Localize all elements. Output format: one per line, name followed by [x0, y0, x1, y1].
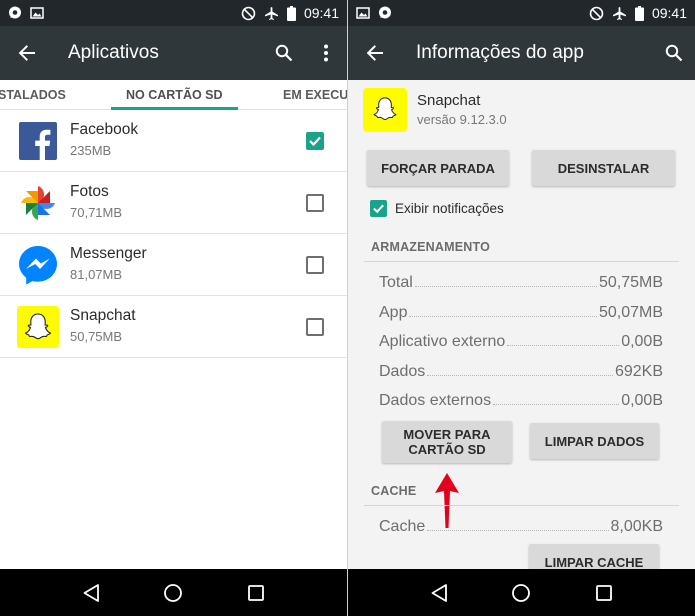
app-name: Fotos — [70, 183, 109, 200]
app-size: 50,75MB — [70, 329, 123, 344]
list-item-messenger[interactable]: Messenger 81,07MB — [0, 234, 347, 296]
uninstall-button[interactable]: DESINSTALAR — [532, 150, 675, 186]
messenger-icon — [17, 244, 59, 286]
show-notifications-label: Exibir notificações — [395, 201, 504, 216]
status-time: 09:41 — [651, 5, 687, 21]
app-name: Snapchat — [70, 307, 136, 324]
list-item-facebook[interactable]: Facebook 235MB — [0, 110, 347, 172]
cache-header: CACHE — [371, 484, 417, 498]
left-screen: 09:41 Aplicativos STALADOS NO CARTÃO SD … — [0, 0, 347, 616]
home-circle-icon[interactable] — [506, 578, 536, 608]
back-arrow-icon[interactable] — [0, 26, 54, 80]
tab-sd-card[interactable]: NO CARTÃO SD — [111, 80, 238, 110]
image-icon — [30, 6, 44, 20]
storage-header: ARMAZENAMENTO — [371, 240, 491, 254]
battery-icon — [634, 5, 644, 21]
divider — [364, 505, 679, 506]
do-not-disturb-icon — [589, 6, 604, 21]
force-stop-button[interactable]: FORÇAR PARADA — [367, 150, 509, 186]
snapchat-ghost-icon — [363, 88, 407, 132]
tab-running[interactable]: EM EXECU — [283, 80, 347, 110]
do-not-disturb-icon — [241, 6, 256, 21]
app-name: Snapchat — [417, 92, 481, 109]
search-icon[interactable] — [263, 26, 305, 80]
tab-installed[interactable]: STALADOS — [0, 80, 66, 110]
checkbox-unchecked[interactable] — [306, 256, 324, 274]
app-bar: Aplicativos — [0, 26, 347, 80]
back-triangle-icon[interactable] — [424, 578, 454, 608]
home-circle-icon[interactable] — [158, 578, 188, 608]
nav-bar — [0, 569, 347, 616]
storage-row-external-data: Dados externos 0,00B — [379, 392, 663, 409]
app-name: Facebook — [70, 121, 139, 138]
show-notifications-checkbox[interactable]: Exibir notificações — [370, 200, 504, 217]
move-to-sd-button[interactable]: MOVER PARA CARTÃO SD — [382, 421, 512, 463]
battery-icon — [286, 5, 296, 21]
checkbox-unchecked[interactable] — [306, 194, 324, 212]
status-bar: 09:41 — [348, 0, 695, 26]
chat-bubble-icon — [8, 6, 22, 20]
back-arrow-icon[interactable] — [348, 26, 402, 80]
storage-row-total: Total 50,75MB — [379, 274, 663, 291]
divider — [364, 261, 679, 262]
photos-pinwheel-icon — [17, 182, 59, 224]
status-bar: 09:41 — [0, 0, 347, 26]
app-version: versão 9.12.3.0 — [417, 112, 507, 127]
chat-bubble-icon — [378, 6, 392, 20]
image-icon — [356, 6, 370, 20]
list-item-fotos[interactable]: Fotos 70,71MB — [0, 172, 347, 234]
list-item-snapchat[interactable]: Snapchat 50,75MB — [0, 296, 347, 358]
app-name: Messenger — [70, 245, 147, 262]
checkbox-checked[interactable] — [370, 200, 387, 217]
storage-row-external-app: Aplicativo externo 0,00B — [379, 333, 663, 350]
page-title: Aplicativos — [68, 42, 159, 63]
recents-square-icon[interactable] — [589, 578, 619, 608]
app-bar: Informações do app — [348, 26, 695, 80]
checkbox-checked[interactable] — [306, 132, 324, 150]
more-options-icon[interactable] — [305, 26, 347, 80]
facebook-icon — [17, 120, 59, 162]
cache-row: Cache 8,00KB — [379, 518, 663, 535]
storage-row-data: Dados 692KB — [379, 363, 663, 380]
right-screen: 09:41 Informações do app Snapchat versão… — [348, 0, 695, 616]
recents-square-icon[interactable] — [241, 578, 271, 608]
tab-bar: STALADOS NO CARTÃO SD EM EXECU — [0, 80, 347, 110]
status-time: 09:41 — [303, 5, 339, 21]
page-title: Informações do app — [416, 42, 584, 63]
app-size: 235MB — [70, 143, 112, 158]
airplane-icon — [612, 6, 627, 21]
nav-bar — [348, 569, 695, 616]
snapchat-ghost-icon — [17, 306, 59, 348]
clear-data-button[interactable]: LIMPAR DADOS — [530, 423, 659, 459]
app-size: 81,07MB — [70, 267, 123, 282]
app-list: Facebook 235MB Fotos 70,71MB Messenger 8… — [0, 110, 347, 358]
app-size: 70,71MB — [70, 205, 123, 220]
storage-row-app: App 50,07MB — [379, 304, 663, 321]
app-info-content: Snapchat versão 9.12.3.0 FORÇAR PARADA D… — [348, 80, 695, 580]
search-icon[interactable] — [653, 26, 695, 80]
back-triangle-icon[interactable] — [76, 578, 106, 608]
airplane-icon — [264, 6, 279, 21]
checkbox-unchecked[interactable] — [306, 318, 324, 336]
